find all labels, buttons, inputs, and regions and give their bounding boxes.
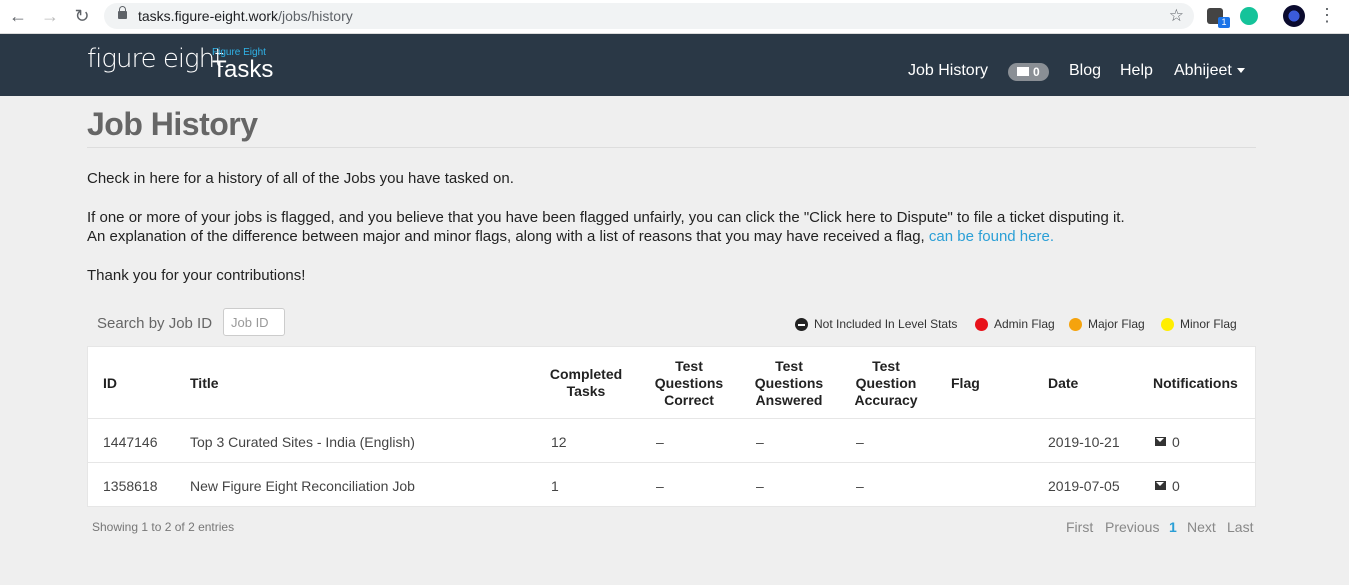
legend-major-flag: Major Flag	[1088, 317, 1145, 331]
major-flag-icon	[1069, 318, 1082, 331]
envelope-icon[interactable]	[1155, 481, 1166, 490]
cell-notifications: 0	[1172, 434, 1180, 450]
col-header-notifications[interactable]: Notifications	[1153, 375, 1238, 392]
not-included-icon	[795, 318, 808, 331]
cell-tq-accuracy: –	[856, 478, 864, 494]
address-bar[interactable]: tasks.figure-eight.work/jobs/history ☆	[104, 3, 1194, 29]
cell-tq-correct: –	[656, 478, 664, 494]
legend-admin-flag: Admin Flag	[994, 317, 1055, 331]
cell-tq-answered: –	[756, 478, 764, 494]
forward-icon[interactable]: →	[40, 6, 60, 26]
url-text: tasks.figure-eight.work/jobs/history	[138, 8, 353, 24]
nav-help[interactable]: Help	[1120, 62, 1153, 80]
col-header-completed[interactable]: Completed Tasks	[546, 366, 626, 400]
flags-info-link[interactable]: can be found here.	[929, 228, 1054, 245]
envelope-icon[interactable]	[1155, 437, 1166, 446]
cell-notifications: 0	[1172, 478, 1180, 494]
cell-tq-accuracy: –	[856, 434, 864, 450]
divider	[88, 418, 1255, 419]
minor-flag-icon	[1161, 318, 1174, 331]
col-header-tq-correct[interactable]: Test Questions Correct	[648, 358, 730, 409]
search-label: Search by Job ID	[97, 315, 213, 332]
cell-title[interactable]: New Figure Eight Reconciliation Job	[190, 478, 415, 494]
pager-next[interactable]: Next	[1187, 519, 1216, 535]
col-header-title[interactable]: Title	[190, 375, 219, 392]
menu-kebab-icon[interactable]: ⋮	[1318, 5, 1336, 26]
cell-tq-correct: –	[656, 434, 664, 450]
admin-flag-icon	[975, 318, 988, 331]
divider	[87, 147, 1256, 148]
col-header-flag[interactable]: Flag	[951, 375, 980, 392]
cell-completed: 12	[551, 434, 567, 450]
intro-text: Check in here for a history of all of th…	[87, 170, 514, 187]
logo[interactable]: figure eight	[87, 44, 224, 74]
cell-id: 1358618	[103, 478, 158, 494]
profile-avatar[interactable]	[1283, 5, 1305, 27]
legend-minor-flag: Minor Flag	[1180, 317, 1237, 331]
back-icon[interactable]: ←	[8, 6, 28, 26]
page-title: Job History	[87, 106, 258, 142]
messages-count: 0	[1033, 65, 1040, 79]
messages-button[interactable]: 0	[1008, 63, 1049, 81]
col-header-tq-accuracy[interactable]: Test Question Accuracy	[845, 358, 927, 409]
cell-id: 1447146	[103, 434, 158, 450]
pager-page-1[interactable]: 1	[1169, 519, 1177, 535]
cell-title[interactable]: Top 3 Curated Sites - India (English)	[190, 434, 415, 450]
explanation-text: An explanation of the difference between…	[87, 228, 1054, 245]
lock-icon	[118, 6, 127, 19]
nav-job-history[interactable]: Job History	[908, 62, 988, 80]
entries-info: Showing 1 to 2 of 2 entries	[92, 520, 235, 534]
legend-not-included: Not Included In Level Stats	[814, 317, 958, 331]
cell-tq-answered: –	[756, 434, 764, 450]
pager-previous[interactable]: Previous	[1105, 519, 1159, 535]
user-menu[interactable]: Abhijeet	[1174, 62, 1245, 80]
job-history-table: ID Title Completed Tasks Test Questions Cor…	[87, 346, 1256, 507]
cell-date: 2019-07-05	[1048, 478, 1120, 494]
bookmark-star-icon[interactable]: ☆	[1169, 6, 1184, 26]
user-name: Abhijeet	[1174, 62, 1232, 79]
product-name[interactable]: Tasks	[212, 56, 273, 84]
divider	[88, 462, 1255, 463]
extension-badge: 1	[1218, 17, 1230, 28]
pager-first[interactable]: First	[1066, 519, 1093, 535]
reload-icon[interactable]: ↻	[72, 6, 92, 26]
thanks-text: Thank you for your contributions!	[87, 267, 306, 284]
browser-toolbar: ← → ↻ tasks.figure-eight.work/jobs/histo…	[0, 0, 1349, 34]
cell-date: 2019-10-21	[1048, 434, 1120, 450]
pager-last[interactable]: Last	[1227, 519, 1253, 535]
caret-down-icon	[1236, 68, 1245, 74]
nav-blog[interactable]: Blog	[1069, 62, 1101, 80]
cell-completed: 1	[551, 478, 559, 494]
col-header-tq-answered[interactable]: Test Questions Answered	[748, 358, 830, 409]
site-header: figure eight Figure Eight Tasks Job Hist…	[0, 34, 1349, 96]
col-header-date[interactable]: Date	[1048, 375, 1078, 392]
job-id-search-input[interactable]	[223, 308, 285, 336]
dispute-text: If one or more of your jobs is flagged, …	[87, 209, 1125, 226]
col-header-id[interactable]: ID	[103, 375, 117, 392]
envelope-icon	[1017, 67, 1029, 76]
grammarly-icon[interactable]	[1240, 7, 1258, 25]
